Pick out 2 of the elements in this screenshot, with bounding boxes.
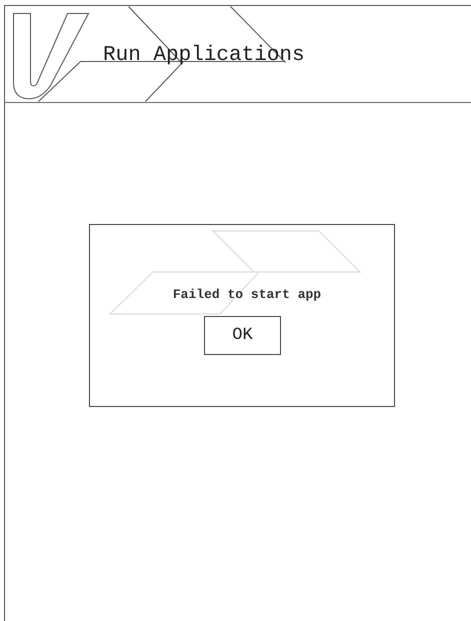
error-message: Failed to start app [172,287,322,302]
ok-button[interactable]: OK [204,316,281,355]
